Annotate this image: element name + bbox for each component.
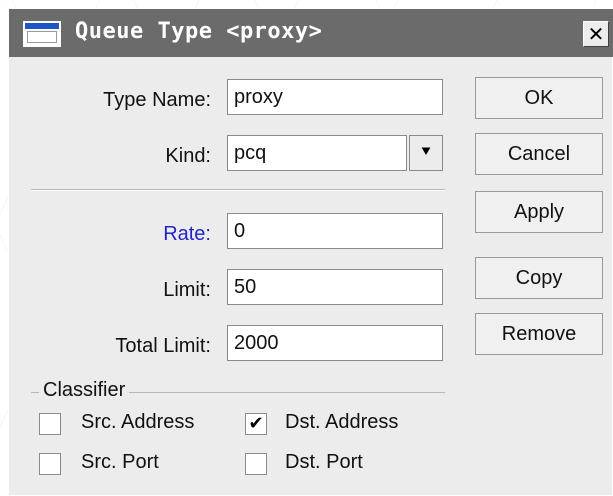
remove-button[interactable]: Remove (475, 313, 603, 355)
dst-port-label: Dst. Port (285, 451, 363, 473)
classifier-group-label: Classifier (39, 379, 130, 402)
total-limit-input[interactable]: 2000 (227, 325, 443, 361)
type-name-input[interactable]: proxy (227, 79, 443, 115)
ok-button[interactable]: OK (475, 77, 603, 119)
title-bar[interactable]: Queue Type <proxy> ✕ (9, 9, 613, 57)
src-address-label: Src. Address (81, 411, 195, 433)
checkmark-icon: ✔ (248, 413, 264, 434)
kind-select[interactable]: pcq (227, 135, 407, 171)
copy-button[interactable]: Copy (475, 257, 603, 299)
total-limit-label: Total Limit: (115, 335, 211, 357)
apply-button[interactable]: Apply (475, 191, 603, 233)
dst-port-checkbox[interactable] (245, 453, 267, 475)
kind-label: Kind: (165, 145, 211, 167)
rate-label[interactable]: Rate: (31, 223, 211, 246)
src-port-checkbox[interactable] (39, 453, 61, 475)
window-icon (23, 21, 61, 47)
limit-label: Limit: (163, 279, 211, 301)
limit-input[interactable]: 50 (227, 269, 443, 305)
chevron-down-icon: ⯆ (419, 144, 433, 161)
type-name-label: Type Name: (103, 89, 211, 111)
close-button[interactable]: ✕ (583, 21, 609, 47)
form-divider (31, 189, 445, 191)
queue-type-dialog: Queue Type <proxy> ✕ Type Name: proxy Ki… (8, 8, 613, 496)
rate-input[interactable]: 0 (227, 213, 443, 249)
window-title: Queue Type <proxy> (75, 19, 323, 44)
kind-dropdown-button[interactable]: ⯆ (409, 135, 443, 171)
dst-address-checkbox[interactable]: ✔ (245, 413, 267, 435)
src-port-label: Src. Port (81, 451, 159, 473)
dst-address-label: Dst. Address (285, 411, 399, 433)
src-address-checkbox[interactable] (39, 413, 61, 435)
cancel-button[interactable]: Cancel (475, 133, 603, 175)
